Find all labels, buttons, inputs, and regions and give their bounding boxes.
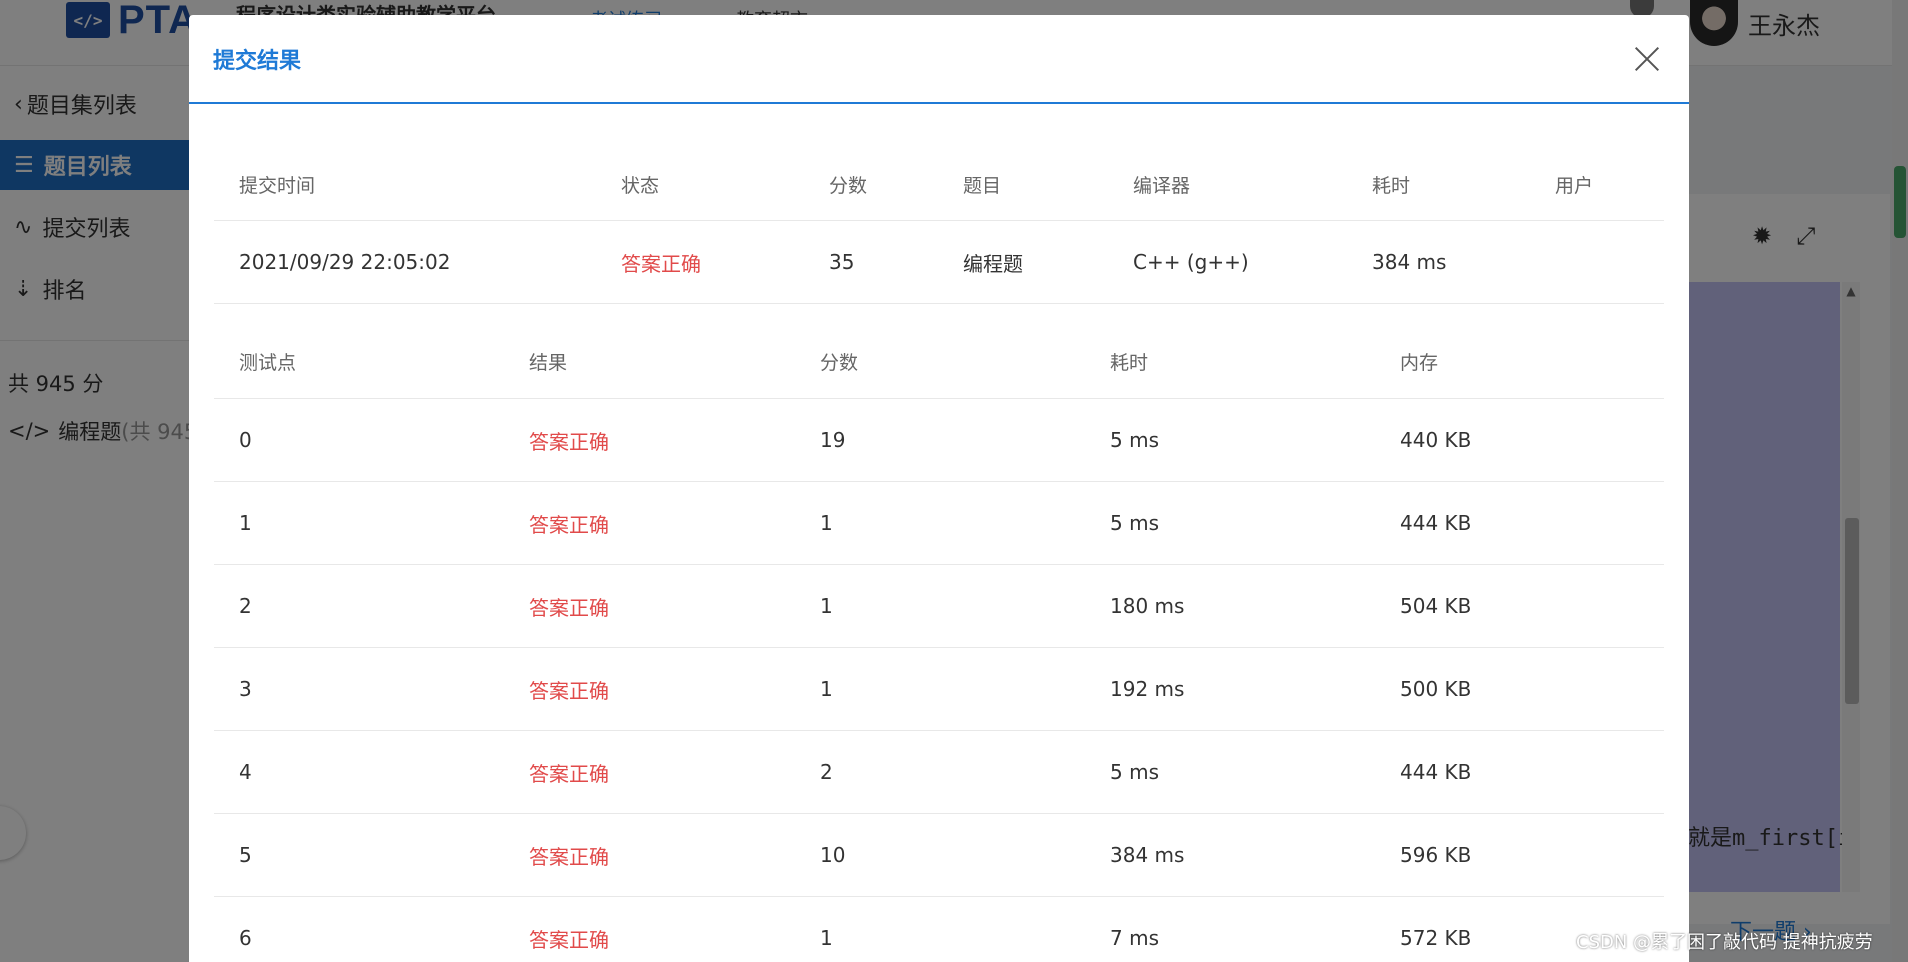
testcase-score: 1: [820, 511, 833, 535]
header-memory: 内存: [1400, 352, 1439, 374]
modal-title: 提交结果: [213, 49, 302, 74]
problem-link[interactable]: 编程题: [963, 221, 1023, 303]
testcase-score: 10: [820, 843, 846, 867]
submission-table: 提交时间 状态 分数 题目 编译器 耗时 用户 2021/09/29 22:05…: [214, 149, 1664, 304]
header-compiler: 编译器: [1133, 175, 1191, 197]
submit-time: 2021/09/29 22:05:02: [239, 250, 451, 274]
testcase-score: 19: [820, 428, 846, 452]
testcase-result: 答案正确: [529, 761, 609, 786]
testcase-score: 1: [820, 594, 833, 618]
header-status: 状态: [621, 175, 660, 197]
testcase-result: 答案正确: [529, 595, 609, 620]
modal-header: 提交结果: [189, 15, 1689, 104]
score: 35: [829, 250, 855, 274]
testcase-time: 180 ms: [1110, 594, 1185, 618]
testcase-score: 2: [820, 760, 833, 784]
testcase-score: 1: [820, 677, 833, 701]
testcase-memory: 504 KB: [1400, 594, 1472, 618]
testcase-result: 答案正确: [529, 927, 609, 952]
table-row: 5 答案正确 10 384 ms 596 KB: [214, 814, 1664, 897]
testcase-table: 测试点 结果 分数 耗时 内存 0 答案正确 19 5 ms 440 KB 1 …: [214, 325, 1664, 962]
testcase-result: 答案正确: [529, 429, 609, 454]
header-problem: 题目: [963, 175, 1002, 197]
testcase-time: 5 ms: [1110, 760, 1159, 784]
testcase-id: 0: [239, 428, 252, 452]
testcase-memory: 500 KB: [1400, 677, 1472, 701]
testcase-rows: 0 答案正确 19 5 ms 440 KB 1 答案正确 1 5 ms 444 …: [214, 399, 1664, 962]
testcase-time: 192 ms: [1110, 677, 1185, 701]
submission-result-modal: 提交结果 提交时间 状态 分数 题目 编译器 耗时 用户 2021/09/29 …: [189, 15, 1689, 962]
watermark: CSDN @累了困了敲代码 提神抗疲劳: [1576, 932, 1873, 953]
table-row: 6 答案正确 1 7 ms 572 KB: [214, 897, 1664, 962]
testcase-id: 6: [239, 926, 252, 950]
testcase-memory: 444 KB: [1400, 511, 1472, 535]
header-time: 耗时: [1110, 352, 1149, 374]
testcase-memory: 440 KB: [1400, 428, 1472, 452]
table-row: 2021/09/29 22:05:02 答案正确 35 编程题 C++ (g++…: [214, 221, 1664, 304]
testcase-id: 1: [239, 511, 252, 535]
compiler: C++ (g++): [1133, 250, 1249, 274]
testcase-memory: 572 KB: [1400, 926, 1472, 950]
testcase-time: 5 ms: [1110, 511, 1159, 535]
testcase-id: 5: [239, 843, 252, 867]
testcase-time: 5 ms: [1110, 428, 1159, 452]
header-result: 结果: [529, 352, 568, 374]
table-row: 2 答案正确 1 180 ms 504 KB: [214, 565, 1664, 648]
table-header-row: 测试点 结果 分数 耗时 内存: [214, 325, 1664, 399]
header-submit-time: 提交时间: [239, 175, 316, 197]
close-icon[interactable]: [1629, 41, 1665, 77]
table-row: 3 答案正确 1 192 ms 500 KB: [214, 648, 1664, 731]
header-testcase: 测试点: [239, 352, 297, 374]
table-row: 0 答案正确 19 5 ms 440 KB: [214, 399, 1664, 482]
testcase-memory: 596 KB: [1400, 843, 1472, 867]
testcase-time: 384 ms: [1110, 843, 1185, 867]
header-elapsed: 耗时: [1372, 175, 1411, 197]
header-user: 用户: [1555, 175, 1594, 197]
table-row: 4 答案正确 2 5 ms 444 KB: [214, 731, 1664, 814]
testcase-id: 3: [239, 677, 252, 701]
testcase-result: 答案正确: [529, 844, 609, 869]
testcase-result: 答案正确: [529, 678, 609, 703]
table-row: 1 答案正确 1 5 ms 444 KB: [214, 482, 1664, 565]
table-header-row: 提交时间 状态 分数 题目 编译器 耗时 用户: [214, 149, 1664, 221]
testcase-id: 4: [239, 760, 252, 784]
testcase-id: 2: [239, 594, 252, 618]
testcase-result: 答案正确: [529, 512, 609, 537]
elapsed: 384 ms: [1372, 250, 1447, 274]
testcase-memory: 444 KB: [1400, 760, 1472, 784]
header-score: 分数: [820, 352, 859, 374]
testcase-score: 1: [820, 926, 833, 950]
header-score: 分数: [829, 175, 868, 197]
status-badge: 答案正确: [621, 251, 701, 276]
testcase-time: 7 ms: [1110, 926, 1159, 950]
